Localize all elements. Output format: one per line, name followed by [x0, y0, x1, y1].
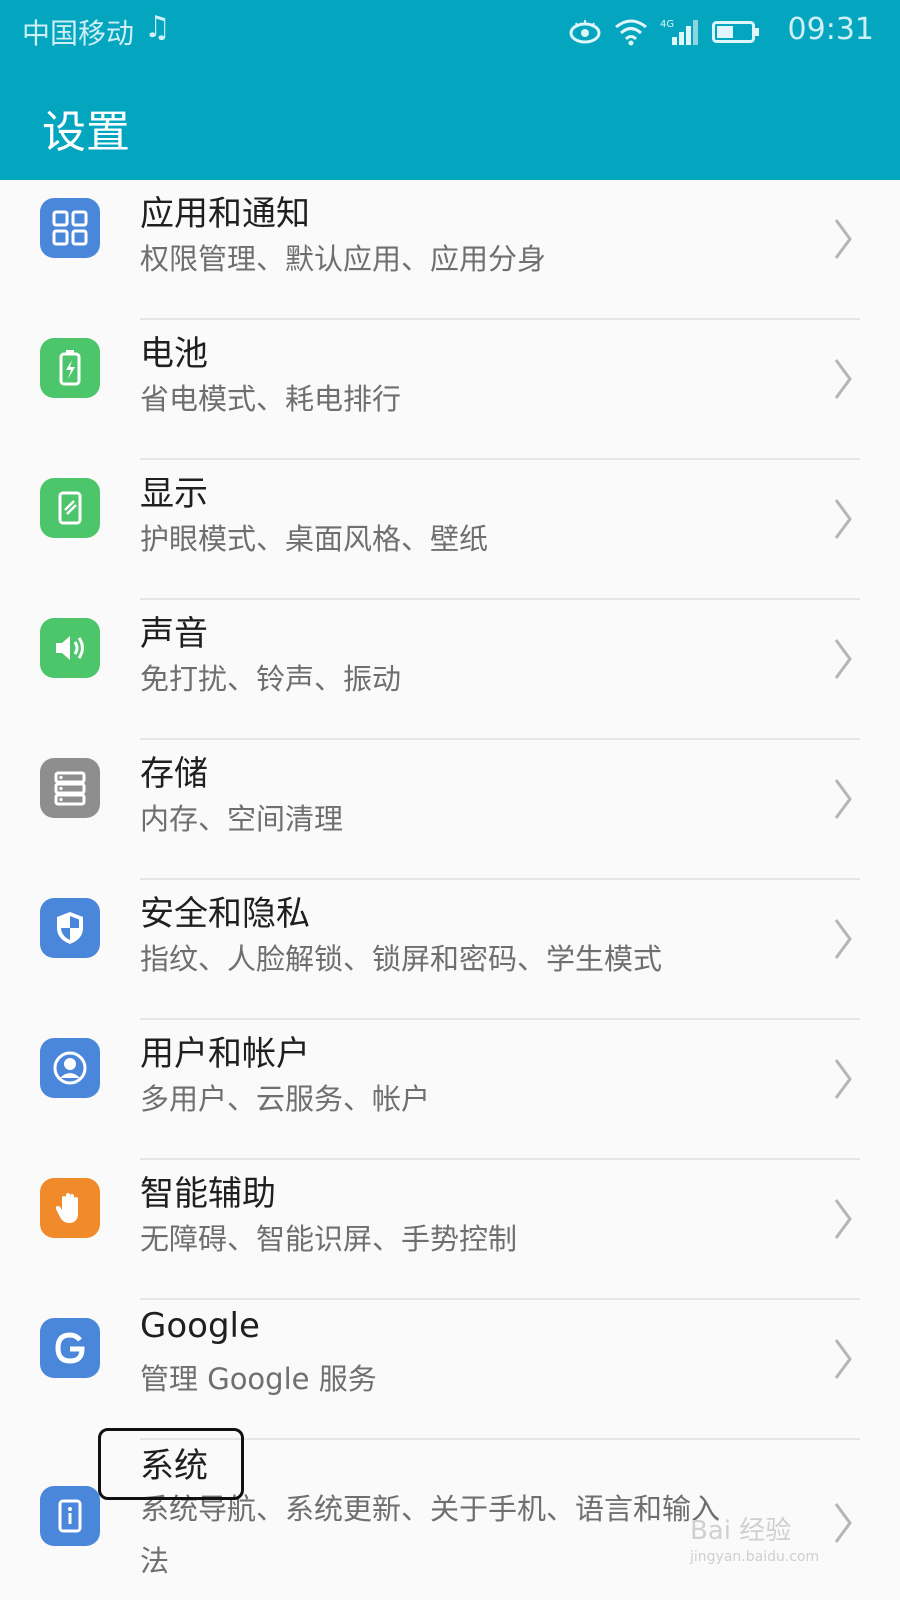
- item-subtitle: 省电模式、耗电排行: [140, 382, 402, 416]
- page-title: 设置: [42, 107, 130, 158]
- item-subtitle: 多用户、云服务、帐户: [140, 1082, 431, 1116]
- item-title: 存储: [140, 754, 208, 794]
- settings-item-sound[interactable]: 声音 免打扰、铃声、振动: [0, 600, 900, 740]
- item-subtitle: 免打扰、铃声、振动: [140, 662, 402, 696]
- watermark-text: Bai 经验: [690, 1516, 792, 1546]
- settings-item-google[interactable]: Google 管理 Google 服务: [0, 1300, 900, 1440]
- carrier-label: 中国移动: [22, 17, 135, 50]
- music-note-icon: ♫: [144, 10, 171, 45]
- item-title: 用户和帐户: [140, 1034, 310, 1074]
- chevron-right-icon: [834, 1339, 852, 1379]
- settings-item-users[interactable]: 用户和帐户 多用户、云服务、帐户: [0, 1020, 900, 1160]
- wifi-icon: [615, 19, 647, 46]
- item-subtitle: 无障碍、智能识屏、手势控制: [140, 1222, 518, 1256]
- chevron-right-icon: [834, 1199, 852, 1239]
- item-subtitle-continued: 法: [140, 1544, 170, 1578]
- watermark: Bai 经验 jingyan.baidu.com: [690, 1510, 819, 1565]
- item-subtitle: 内存、空间清理: [140, 802, 344, 836]
- app-bar: 中国移动 ♫ 4G 09:31 设置: [0, 0, 900, 180]
- settings-item-security[interactable]: 安全和隐私 指纹、人脸解锁、锁屏和密码、学生模式: [0, 880, 900, 1020]
- chevron-right-icon: [834, 779, 852, 819]
- item-subtitle: 护眼模式、桌面风格、壁纸: [140, 522, 489, 556]
- google-icon: [40, 1318, 100, 1378]
- system-icon: [40, 1486, 100, 1546]
- display-icon: [40, 478, 100, 538]
- shield-icon: [40, 898, 100, 958]
- item-title: 应用和通知: [140, 194, 310, 234]
- item-title: Google: [140, 1306, 260, 1346]
- settings-item-display[interactable]: 显示 护眼模式、桌面风格、壁纸: [0, 460, 900, 600]
- battery-status-icon: [712, 21, 759, 43]
- hand-icon: [40, 1178, 100, 1238]
- watermark-url: jingyan.baidu.com: [690, 1549, 820, 1565]
- status-bar: 中国移动 ♫ 4G 09:31: [0, 0, 900, 64]
- item-subtitle: 管理 Google 服务: [140, 1362, 377, 1396]
- chevron-right-icon: [834, 359, 852, 399]
- item-title: 电池: [140, 334, 208, 374]
- chevron-right-icon: [834, 639, 852, 679]
- settings-item-battery[interactable]: 电池 省电模式、耗电排行: [0, 320, 900, 460]
- clock: 09:31: [787, 12, 874, 47]
- speaker-icon: [40, 618, 100, 678]
- user-icon: [40, 1038, 100, 1098]
- signal-4g-icon: 4G: [660, 19, 698, 45]
- apps-grid-icon: [40, 198, 100, 258]
- settings-item-storage[interactable]: 存储 内存、空间清理: [0, 740, 900, 880]
- item-title: 声音: [140, 614, 208, 654]
- eye-comfort-icon: [569, 20, 601, 44]
- highlight-box: [98, 1428, 244, 1500]
- chevron-right-icon: [834, 1503, 852, 1543]
- status-icons: 4G: [568, 14, 760, 50]
- chevron-right-icon: [834, 499, 852, 539]
- item-title: 显示: [140, 474, 208, 514]
- settings-item-apps[interactable]: 应用和通知 权限管理、默认应用、应用分身: [0, 180, 900, 320]
- chevron-right-icon: [834, 919, 852, 959]
- item-subtitle: 指纹、人脸解锁、锁屏和密码、学生模式: [140, 942, 663, 976]
- chevron-right-icon: [834, 1059, 852, 1099]
- item-title: 安全和隐私: [140, 894, 310, 934]
- item-subtitle: 权限管理、默认应用、应用分身: [140, 242, 547, 276]
- battery-icon: [40, 338, 100, 398]
- chevron-right-icon: [834, 219, 852, 259]
- storage-icon: [40, 758, 100, 818]
- svg-text:4G: 4G: [660, 19, 674, 30]
- item-title: 智能辅助: [140, 1174, 276, 1214]
- settings-item-assist[interactable]: 智能辅助 无障碍、智能识屏、手势控制: [0, 1160, 900, 1300]
